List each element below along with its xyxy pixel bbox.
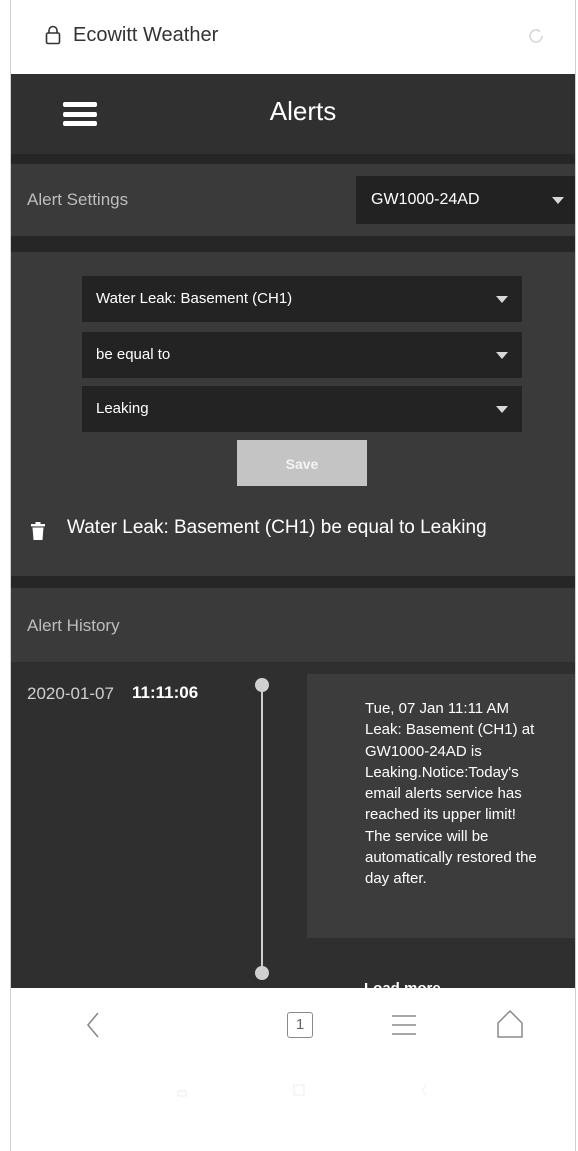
history-message: Tue, 07 Jan 11:11 AM Leak: Basement (CH1… — [365, 700, 537, 888]
alert-settings-bar: Alert Settings GW1000-24AD — [11, 164, 575, 236]
condition-select-value: be equal to — [96, 346, 171, 363]
sensor-select-value: Water Leak: Basement (CH1) — [96, 290, 293, 307]
alert-history-timeline: 2020-01-07 11:11:06 Tue, 07 Jan 11:11 AM… — [11, 662, 575, 988]
timeline-dot — [255, 966, 269, 980]
value-select-value: Leaking — [96, 400, 149, 417]
tabs-icon[interactable]: 1 — [287, 1012, 313, 1038]
app-header: Alerts — [11, 74, 575, 154]
menu-lines-icon[interactable] — [391, 1012, 417, 1038]
device-select-value: GW1000-24AD — [371, 191, 480, 208]
caret-down-icon — [552, 197, 564, 204]
timeline-dot — [255, 678, 269, 692]
lock-icon — [45, 25, 61, 45]
trash-icon[interactable] — [31, 522, 45, 540]
caret-down-icon — [496, 296, 508, 303]
system-nav-bar: 1 — [11, 988, 575, 1151]
save-button[interactable]: Save — [237, 440, 367, 486]
timeline-line — [261, 682, 263, 972]
value-select[interactable]: Leaking — [82, 386, 522, 432]
app-content: Alerts Alert Settings GW1000-24AD Water … — [11, 74, 575, 988]
divider — [11, 576, 575, 588]
divider — [11, 236, 575, 252]
alert-history-bar: Alert History — [11, 588, 575, 662]
recents-icon[interactable] — [177, 1088, 187, 1098]
home-square-icon[interactable] — [293, 1084, 305, 1096]
alert-rule-text: Water Leak: Basement (CH1) be equal to L… — [67, 517, 487, 538]
sensor-select[interactable]: Water Leak: Basement (CH1) — [82, 276, 522, 322]
back-icon[interactable] — [83, 1010, 103, 1040]
back-small-icon[interactable] — [419, 1083, 429, 1097]
browser-title: Ecowitt Weather — [73, 24, 219, 46]
caret-down-icon — [496, 352, 508, 359]
home-icon[interactable] — [495, 1008, 525, 1040]
device-select[interactable]: GW1000-24AD — [356, 176, 575, 224]
load-more-link[interactable]: Load more — [364, 980, 441, 988]
condition-select[interactable]: be equal to — [82, 332, 522, 378]
history-date: 2020-01-07 — [27, 684, 114, 703]
alert-settings-label: Alert Settings — [27, 190, 129, 209]
alert-form: Water Leak: Basement (CH1) be equal to L… — [11, 252, 575, 576]
history-message-card: Tue, 07 Jan 11:11 AM Leak: Basement (CH1… — [307, 674, 575, 938]
alert-history-label: Alert History — [27, 616, 120, 635]
history-time: 11:11:06 — [132, 683, 199, 702]
page-title: Alerts — [269, 96, 337, 126]
divider — [11, 154, 575, 164]
refresh-icon[interactable] — [526, 26, 546, 46]
caret-down-icon — [496, 406, 508, 413]
browser-bar: Ecowitt Weather — [11, 0, 575, 74]
screen: Ecowitt Weather Alerts Alert Settings GW… — [10, 0, 576, 1151]
